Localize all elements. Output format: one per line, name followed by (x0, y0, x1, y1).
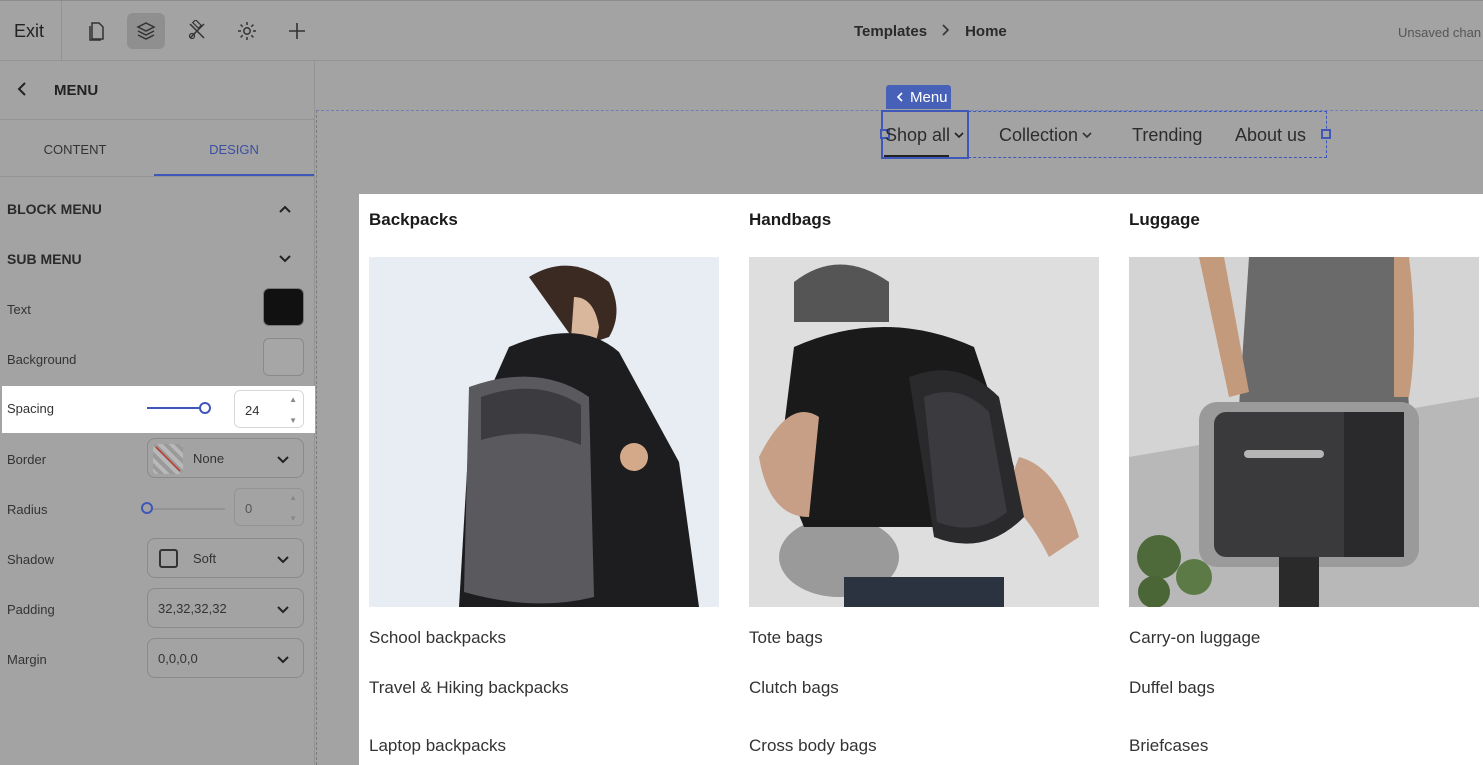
margin-label: Margin (7, 652, 47, 667)
chevron-left-icon (896, 92, 903, 102)
active-tab-indicator (154, 174, 314, 176)
chevron-right-icon (941, 23, 951, 40)
breadcrumb: Templates Home (854, 23, 1007, 40)
spacing-slider-track[interactable] (147, 407, 205, 409)
shadow-label: Shadow (7, 552, 54, 567)
no-border-icon (153, 444, 183, 474)
text-color-label: Text (7, 302, 31, 317)
padding-label: Padding (7, 602, 55, 617)
section-block-menu[interactable]: BLOCK MENU (7, 201, 102, 217)
chevron-down-icon (277, 552, 289, 567)
toolbar-divider (61, 1, 62, 61)
margin-select[interactable]: 0,0,0,0 (147, 638, 304, 678)
border-value: None (193, 451, 225, 466)
nav-collection[interactable]: Collection (999, 125, 1092, 146)
spacing-value: 24 (245, 403, 260, 418)
link-travel-hiking-backpacks[interactable]: Travel & Hiking backpacks (369, 678, 569, 698)
decrement-icon[interactable]: ▼ (289, 514, 297, 523)
nav-shop-all[interactable]: Shop all (885, 125, 964, 146)
link-school-backpacks[interactable]: School backpacks (369, 628, 506, 648)
column-title-handbags[interactable]: Handbags (749, 210, 831, 230)
pages-icon[interactable] (78, 13, 116, 49)
nav-about-us-label: About us (1235, 125, 1307, 145)
chevron-down-icon (1082, 132, 1092, 139)
radius-slider-track[interactable] (147, 508, 225, 510)
add-icon[interactable] (278, 13, 316, 49)
chevron-up-icon[interactable] (278, 201, 292, 219)
nav-trending[interactable]: Trending (1132, 125, 1202, 146)
settings-icon[interactable] (228, 13, 266, 49)
nav-trending-label: Trending (1132, 125, 1203, 145)
save-status: Unsaved chan (1398, 25, 1482, 40)
link-briefcases[interactable]: Briefcases (1129, 736, 1208, 756)
chevron-down-icon (277, 602, 289, 617)
decrement-icon[interactable]: ▼ (289, 416, 297, 425)
spacing-label: Spacing (7, 401, 54, 416)
nav-collection-label: Collection (999, 125, 1079, 145)
link-laptop-backpacks[interactable]: Laptop backpacks (369, 736, 506, 756)
radius-input[interactable]: 0 ▲ ▼ (234, 488, 304, 526)
increment-icon[interactable]: ▲ (289, 395, 297, 404)
menu-tag-label: Menu (910, 88, 948, 106)
chevron-down-icon (954, 132, 964, 139)
panel-header: MENU (0, 61, 314, 120)
menu-block-tag[interactable]: Menu (886, 85, 951, 109)
padding-select[interactable]: 32,32,32,32 (147, 588, 304, 628)
chevron-down-icon[interactable] (278, 251, 292, 269)
background-color-swatch[interactable] (263, 338, 304, 376)
luggage-image[interactable] (1129, 257, 1479, 607)
shadow-preview-icon (159, 549, 178, 568)
spacing-row: Spacing 24 ▲ ▼ (2, 386, 315, 433)
radius-label: Radius (7, 502, 48, 517)
text-color-swatch[interactable] (263, 288, 304, 326)
shadow-select[interactable]: Soft (147, 538, 304, 578)
background-label: Background (7, 352, 77, 367)
layers-icon[interactable] (127, 13, 165, 49)
increment-icon[interactable]: ▲ (289, 493, 297, 502)
panel-title: MENU (54, 82, 99, 99)
link-carry-on-luggage[interactable]: Carry-on luggage (1129, 628, 1260, 648)
backpack-image[interactable] (369, 257, 719, 607)
tab-design[interactable]: DESIGN (159, 142, 309, 157)
column-title-luggage[interactable]: Luggage (1129, 210, 1200, 230)
section-sub-menu[interactable]: SUB MENU (7, 251, 82, 267)
border-select[interactable]: None (147, 438, 304, 478)
back-arrow-icon[interactable] (16, 81, 28, 102)
tools-icon[interactable] (178, 13, 216, 49)
link-clutch-bags[interactable]: Clutch bags (749, 678, 839, 698)
breadcrumb-home: Home (965, 23, 1007, 40)
chevron-down-icon (277, 652, 289, 667)
canvas-guide-left (316, 110, 317, 765)
panel-tabs: CONTENT DESIGN (0, 120, 314, 177)
resize-handle-right[interactable] (1321, 129, 1331, 139)
spacing-slider-handle[interactable] (199, 402, 211, 414)
padding-value: 32,32,32,32 (158, 601, 227, 616)
nav-about-us[interactable]: About us (1235, 125, 1306, 146)
tab-content[interactable]: CONTENT (0, 142, 150, 157)
border-label: Border (7, 452, 47, 467)
link-tote-bags[interactable]: Tote bags (749, 628, 823, 648)
margin-value: 0,0,0,0 (158, 651, 198, 666)
radius-slider-handle[interactable] (141, 502, 153, 514)
chevron-down-icon (277, 452, 289, 467)
nav-shop-all-label: Shop all (885, 125, 951, 145)
handbag-image[interactable] (749, 257, 1099, 607)
exit-button[interactable]: Exit (14, 21, 44, 42)
radius-value: 0 (245, 501, 253, 516)
active-nav-underline (884, 155, 949, 157)
column-title-backpacks[interactable]: Backpacks (369, 210, 458, 230)
link-duffel-bags[interactable]: Duffel bags (1129, 678, 1215, 698)
link-cross-body-bags[interactable]: Cross body bags (749, 736, 877, 756)
top-toolbar: Exit Templates Home Unsaved chan (0, 0, 1483, 61)
breadcrumb-templates[interactable]: Templates (854, 23, 927, 40)
shadow-value: Soft (193, 551, 217, 566)
spacing-input[interactable]: 24 ▲ ▼ (234, 390, 304, 428)
sub-menu-dropdown: Backpacks School backpacks Travel & Hiki… (359, 194, 1483, 765)
